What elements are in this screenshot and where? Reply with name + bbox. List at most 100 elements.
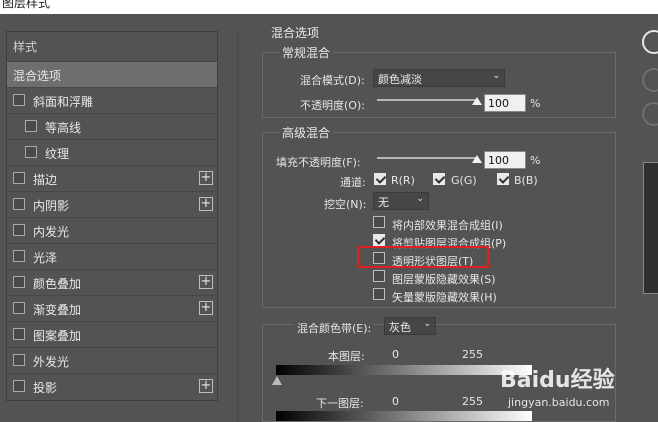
blend-interior-effects-checkbox[interactable] bbox=[373, 216, 385, 228]
style-item-checkbox[interactable] bbox=[13, 380, 25, 392]
channel-b-label: B(B) bbox=[514, 174, 538, 187]
layer-mask-hides-effects-checkbox[interactable] bbox=[373, 270, 385, 282]
baidu-watermark-url: jingyan.baidu.com bbox=[508, 396, 610, 409]
style-item-label: 颜色叠加 bbox=[33, 277, 82, 291]
blend-interior-effects-label: 将内部效果混合成组(I) bbox=[392, 219, 503, 232]
chevron-down-icon: ⌄ bbox=[416, 194, 424, 204]
blend-options-title: 混合选项 bbox=[271, 26, 320, 40]
style-item-checkbox[interactable] bbox=[25, 120, 37, 132]
style-item[interactable]: 内发光 bbox=[7, 217, 217, 243]
style-item[interactable]: 颜色叠加 + bbox=[7, 269, 217, 295]
blend-mode-value: 颜色减淡 bbox=[378, 73, 422, 86]
style-item[interactable]: 渐变叠加 + bbox=[7, 295, 217, 321]
style-item-checkbox[interactable] bbox=[13, 94, 25, 106]
style-item[interactable]: 斜面和浮雕 bbox=[7, 87, 217, 113]
add-effect-icon[interactable]: + bbox=[199, 197, 213, 211]
opacity-unit: % bbox=[530, 97, 541, 110]
style-item-label: 混合选项 bbox=[13, 69, 62, 83]
knockout-dropdown[interactable]: 无 ⌄ bbox=[373, 192, 429, 210]
blend-mode-dropdown[interactable]: 颜色减淡 ⌄ bbox=[373, 69, 505, 87]
style-item-checkbox[interactable] bbox=[13, 302, 25, 314]
chevron-down-icon: ⌄ bbox=[492, 71, 500, 81]
knockout-value: 无 bbox=[378, 196, 389, 209]
fill-opacity-input[interactable]: 100 bbox=[484, 151, 526, 169]
fill-opacity-unit: % bbox=[530, 154, 541, 167]
style-item-checkbox[interactable] bbox=[13, 250, 25, 262]
style-item-checkbox[interactable] bbox=[25, 146, 37, 158]
style-preview bbox=[643, 162, 658, 294]
style-item-label: 描边 bbox=[33, 173, 58, 187]
style-item-label: 图案叠加 bbox=[33, 329, 82, 343]
style-item-checkbox[interactable] bbox=[13, 172, 25, 184]
add-effect-icon[interactable]: + bbox=[199, 379, 213, 393]
style-item[interactable]: 混合选项 bbox=[7, 61, 217, 87]
styles-panel-header: 样式 bbox=[13, 40, 38, 54]
style-item[interactable]: 等高线 bbox=[7, 113, 217, 139]
style-item[interactable]: 外发光 bbox=[7, 347, 217, 373]
opacity-label: 不透明度(O): bbox=[300, 99, 365, 112]
style-item[interactable]: 描边 + bbox=[7, 165, 217, 191]
style-item-label: 光泽 bbox=[33, 251, 58, 265]
underlying-layer-label: 下一图层: bbox=[316, 397, 364, 410]
fill-opacity-slider-thumb[interactable] bbox=[472, 155, 482, 163]
channel-b-checkbox[interactable] bbox=[497, 173, 509, 185]
cancel-button[interactable] bbox=[642, 68, 658, 92]
general-blending-title: 常规混合 bbox=[279, 44, 334, 61]
chevron-down-icon: ⌄ bbox=[423, 319, 431, 329]
add-effect-icon[interactable]: + bbox=[199, 301, 213, 315]
blend-if-label: 混合颜色带(E): bbox=[294, 320, 375, 336]
panel-divider bbox=[237, 28, 238, 422]
style-item-label: 外发光 bbox=[33, 355, 70, 369]
style-item-label: 投影 bbox=[33, 381, 58, 395]
style-item-checkbox[interactable] bbox=[13, 328, 25, 340]
underlying-layer-max: 255 bbox=[462, 395, 483, 408]
style-item-label: 等高线 bbox=[45, 121, 82, 135]
style-item[interactable]: 图案叠加 bbox=[7, 321, 217, 347]
fill-opacity-slider[interactable] bbox=[377, 157, 477, 159]
underlying-layer-gradient bbox=[276, 411, 532, 421]
this-layer-black-slider[interactable] bbox=[272, 376, 282, 385]
underlying-layer-min: 0 bbox=[392, 395, 399, 408]
blend-clipped-layers-checkbox[interactable] bbox=[373, 234, 385, 246]
add-effect-icon[interactable]: + bbox=[199, 171, 213, 185]
style-item-label: 纹理 bbox=[45, 147, 70, 161]
styles-panel: 样式 混合选项 斜面和浮雕 等高线 纹理 描边 + 内阴影 + 内发光 光泽 颜色叠加 + 渐变叠加 + 图… bbox=[6, 31, 218, 401]
baidu-watermark: Baidu经验 bbox=[500, 368, 615, 393]
opacity-slider[interactable] bbox=[377, 99, 477, 101]
channel-r-checkbox[interactable] bbox=[374, 173, 386, 185]
knockout-label: 挖空(N): bbox=[324, 198, 367, 211]
style-item-label: 斜面和浮雕 bbox=[33, 95, 94, 109]
ok-button[interactable] bbox=[642, 30, 658, 54]
style-item[interactable]: 内阴影 + bbox=[7, 191, 217, 217]
this-layer-min: 0 bbox=[392, 348, 399, 361]
blend-if-value: 灰色 bbox=[389, 321, 411, 334]
fill-opacity-label: 填充不透明度(F): bbox=[276, 156, 361, 169]
style-item[interactable]: 光泽 bbox=[7, 243, 217, 269]
style-item-checkbox[interactable] bbox=[13, 198, 25, 210]
opacity-input[interactable]: 100 bbox=[484, 94, 526, 112]
opacity-slider-thumb[interactable] bbox=[472, 97, 482, 105]
advanced-blending-title: 高级混合 bbox=[279, 124, 334, 141]
highlight-annotation bbox=[357, 246, 489, 268]
add-effect-icon[interactable]: + bbox=[199, 275, 213, 289]
channels-label: 通道: bbox=[340, 176, 366, 189]
vector-mask-hides-effects-checkbox[interactable] bbox=[373, 288, 385, 300]
blend-mode-label: 混合模式(D): bbox=[300, 74, 365, 87]
this-layer-label: 本图层: bbox=[328, 350, 365, 363]
style-item[interactable]: 纹理 bbox=[7, 139, 217, 165]
style-item-label: 内阴影 bbox=[33, 199, 70, 213]
this-layer-gradient bbox=[276, 365, 532, 375]
style-item-checkbox[interactable] bbox=[13, 224, 25, 236]
style-item-checkbox[interactable] bbox=[13, 354, 25, 366]
layer-mask-hides-effects-label: 图层蒙版隐藏效果(S) bbox=[392, 273, 496, 286]
new-style-button[interactable] bbox=[642, 102, 658, 126]
channel-g-checkbox[interactable] bbox=[433, 173, 445, 185]
style-item-checkbox[interactable] bbox=[13, 276, 25, 288]
channel-g-label: G(G) bbox=[451, 174, 477, 187]
dialog-title-bar: 图层样式 bbox=[0, 0, 658, 14]
dialog-title: 图层样式 bbox=[2, 0, 51, 10]
this-layer-max: 255 bbox=[462, 348, 483, 361]
vector-mask-hides-effects-label: 矢量蒙版隐藏效果(H) bbox=[392, 291, 497, 304]
style-item[interactable]: 投影 + bbox=[7, 373, 217, 399]
blend-if-dropdown[interactable]: 灰色 ⌄ bbox=[384, 317, 436, 335]
